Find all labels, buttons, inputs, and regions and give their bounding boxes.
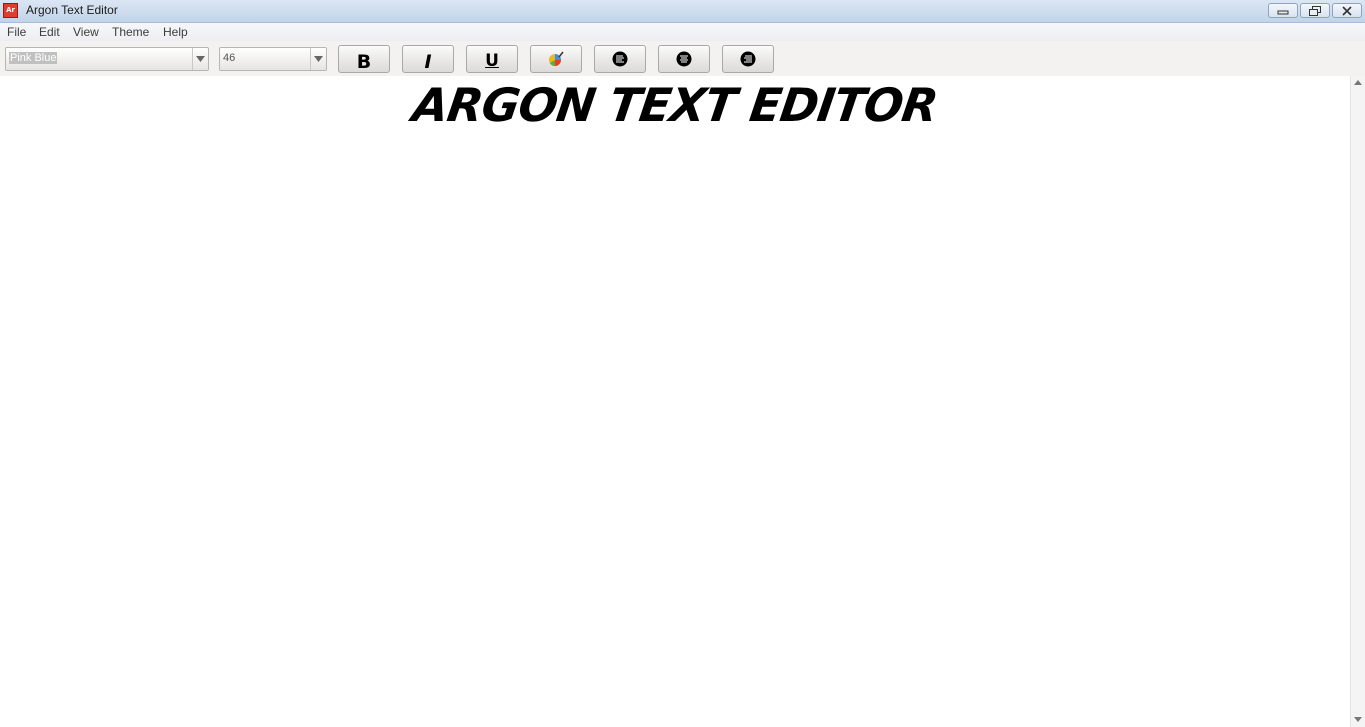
align-center-button[interactable] — [658, 45, 710, 73]
font-size-value: 46 — [223, 52, 236, 64]
menu-bar: File Edit View Theme Help — [0, 23, 1365, 41]
vertical-scrollbar[interactable] — [1350, 76, 1365, 727]
chevron-up-icon — [1354, 80, 1362, 85]
scroll-down-button[interactable] — [1351, 713, 1365, 727]
underline-label: U — [485, 51, 499, 71]
menu-theme[interactable]: Theme — [112, 24, 149, 40]
underline-button[interactable]: U — [466, 45, 518, 73]
font-select-dropdown[interactable] — [192, 48, 208, 70]
align-right-button[interactable] — [722, 45, 774, 73]
editor-content[interactable]: ARGON TEXT EDITOR — [0, 78, 1354, 132]
restore-button[interactable] — [1300, 3, 1330, 18]
align-left-icon — [612, 51, 628, 67]
align-left-button[interactable] — [594, 45, 646, 73]
font-select[interactable]: Pink Blue — [5, 47, 209, 71]
menu-view[interactable]: View — [73, 24, 99, 40]
align-center-icon — [676, 51, 692, 67]
minimize-icon — [1277, 10, 1289, 14]
italic-button[interactable]: I — [402, 45, 454, 73]
text-editor-area[interactable]: ARGON TEXT EDITOR — [0, 76, 1350, 727]
menu-file[interactable]: File — [7, 24, 26, 40]
window-title: Argon Text Editor — [26, 3, 118, 17]
close-icon — [1342, 5, 1352, 16]
close-button[interactable] — [1332, 3, 1362, 18]
toolbar: Pink Blue 46 B I U — [0, 41, 1365, 76]
chevron-down-icon — [1354, 717, 1362, 722]
menu-edit[interactable]: Edit — [39, 24, 60, 40]
title-bar: Ar Argon Text Editor — [0, 0, 1365, 23]
menu-help[interactable]: Help — [163, 24, 188, 40]
restore-icon — [1309, 5, 1321, 16]
font-size-dropdown[interactable] — [310, 48, 326, 70]
text-color-button[interactable] — [530, 45, 582, 73]
bold-button[interactable]: B — [338, 45, 390, 73]
minimize-button[interactable] — [1268, 3, 1298, 18]
palette-icon — [549, 51, 564, 66]
italic-label: I — [424, 51, 432, 73]
bold-label: B — [356, 51, 372, 73]
font-select-value: Pink Blue — [9, 52, 58, 64]
font-size-select[interactable]: 46 — [219, 47, 327, 71]
chevron-down-icon — [314, 56, 323, 62]
scroll-up-button[interactable] — [1351, 76, 1365, 90]
align-right-icon — [740, 51, 756, 67]
chevron-down-icon — [196, 56, 205, 62]
app-icon: Ar — [3, 3, 18, 18]
